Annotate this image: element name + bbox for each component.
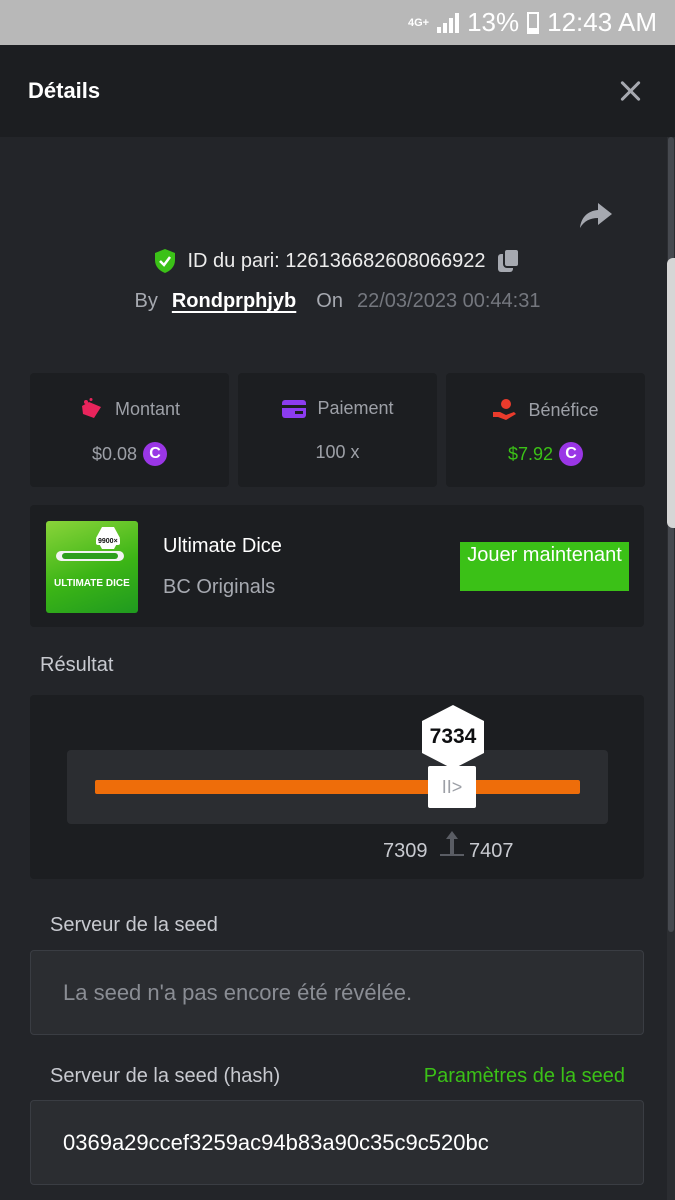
server-seed-hash-field[interactable]: 0369a29ccef3259ac94b83a90c35c9c520bc	[30, 1100, 644, 1185]
win-range-bar	[95, 780, 580, 794]
game-card: 9900× ULTIMATE DICE Ultimate Dice BC Ori…	[30, 505, 644, 627]
share-icon[interactable]	[578, 200, 614, 232]
stat-amount: Montant $0.08 C	[30, 373, 229, 487]
stat-payout: Paiement 100 x	[238, 373, 437, 487]
bet-id: ID du pari: 126136682608066922	[187, 249, 486, 272]
stat-payout-value: 100 x	[315, 442, 360, 462]
battery-icon	[527, 11, 540, 34]
play-now-button[interactable]: Jouer maintenant	[460, 542, 629, 591]
thumb-title: ULTIMATE DICE	[54, 578, 130, 589]
range-min: 7309	[383, 840, 428, 862]
network-type: 4G+	[407, 16, 430, 29]
result-label: Résultat	[40, 654, 114, 676]
verified-shield-icon	[155, 249, 176, 273]
on-label: On	[316, 290, 343, 312]
copy-icon[interactable]	[496, 248, 522, 274]
range-arrow-icon	[440, 831, 464, 856]
stat-profit-label: Bénéfice	[528, 399, 599, 420]
battery-percent: 13%	[467, 7, 520, 37]
server-seed-label: Serveur de la seed	[50, 914, 218, 936]
close-icon[interactable]	[615, 76, 645, 106]
stat-payout-label: Paiement	[317, 398, 394, 418]
thumb-multiplier: 9900×	[96, 538, 120, 545]
stat-profit: Bénéfice $7.92 C	[446, 373, 645, 487]
game-provider: BC Originals	[163, 576, 276, 598]
result-value: 7334	[429, 725, 477, 748]
status-bar: 4G+ 13% 12:43 AM	[0, 0, 675, 45]
page-title: Détails	[28, 78, 101, 103]
server-seed-field[interactable]: La seed n'a pas encore été révélée.	[30, 950, 644, 1035]
slider-handle[interactable]: II>	[428, 766, 476, 808]
by-label: By	[134, 290, 158, 312]
coin-icon: C	[143, 442, 168, 466]
bet-amount-icon	[81, 398, 101, 418]
bet-id-row: ID du pari: 126136682608066922	[0, 248, 675, 274]
server-seed-hash-label: Serveur de la seed (hash)	[50, 1065, 281, 1087]
card-icon	[282, 399, 307, 418]
username-link[interactable]: Rondprphjyb	[172, 290, 296, 313]
signal-icon	[437, 12, 460, 33]
result-panel: 7334 II> 7309 7407	[30, 695, 644, 879]
stat-amount-label: Montant	[114, 398, 181, 419]
seed-settings-link[interactable]: Paramètres de la seed	[424, 1065, 625, 1088]
game-thumbnail[interactable]: 9900× ULTIMATE DICE	[46, 521, 138, 613]
thumb-slider-graphic	[56, 551, 124, 561]
clock: 12:43 AM	[547, 7, 657, 37]
game-name[interactable]: Ultimate Dice	[163, 535, 282, 558]
range-max: 7407	[469, 840, 514, 862]
bet-byline: By Rondprphjyb On 22/03/2023 00:44:31	[0, 290, 675, 313]
stat-profit-value: $7.92	[507, 443, 554, 464]
bet-datetime: 22/03/2023 00:44:31	[356, 290, 541, 312]
profit-hand-icon	[493, 399, 517, 420]
coin-icon: C	[559, 442, 584, 466]
stat-amount-value: $0.08	[91, 443, 138, 464]
details-header: Détails	[0, 45, 675, 137]
